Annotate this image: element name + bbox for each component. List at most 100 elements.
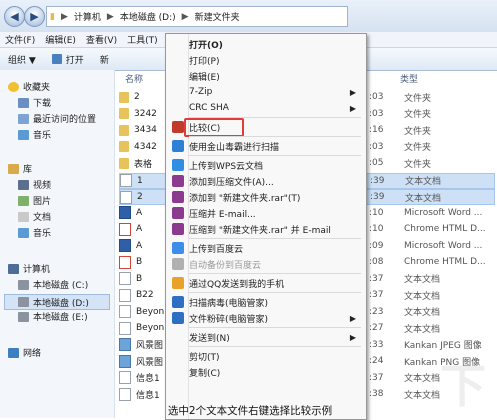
breadcrumb[interactable]: ▮ ▶ 计算机 ▶ 本地磁盘 (D:) ▶ 新建文件夹 bbox=[46, 6, 348, 27]
folder-icon bbox=[119, 108, 129, 119]
baidu-cloud-icon bbox=[172, 242, 184, 254]
menu-separator bbox=[189, 117, 361, 118]
menu-item-1[interactable]: 打印(P) bbox=[167, 52, 364, 68]
menu-item-label: 剪切(T) bbox=[189, 352, 220, 363]
menu-item-label: CRC SHA bbox=[189, 103, 229, 113]
folder-icon bbox=[119, 91, 129, 103]
menu-item-label: 比较(C) bbox=[189, 123, 221, 134]
nav-music-lib[interactable]: 音乐 bbox=[18, 226, 51, 239]
file-text-icon bbox=[120, 174, 132, 187]
nav-favorites[interactable]: 收藏夹 bbox=[8, 80, 50, 93]
menu-item-12[interactable]: 添加到 "新建文件夹.rar"(T) bbox=[167, 189, 364, 205]
menu-item-4[interactable]: CRC SHA ▶ bbox=[167, 100, 364, 116]
menu-separator bbox=[189, 273, 361, 274]
nav-downloads[interactable]: 下载 bbox=[18, 96, 51, 109]
nav-drive-d[interactable]: 本地磁盘 (D:) bbox=[4, 294, 110, 310]
nav-pictures[interactable]: 图片 bbox=[18, 194, 51, 207]
column-header-name[interactable]: 名称 bbox=[125, 72, 143, 85]
menu-item-2[interactable]: 编辑(E) bbox=[167, 68, 364, 84]
nav-videos[interactable]: 视频 bbox=[18, 178, 51, 191]
forward-button[interactable]: ▶ bbox=[24, 6, 45, 27]
file-type: 文本文档 bbox=[404, 390, 441, 401]
nav-drive-e[interactable]: 本地磁盘 (E:) bbox=[18, 310, 88, 323]
wps-cloud-icon bbox=[172, 159, 184, 171]
drive-icon bbox=[18, 311, 29, 322]
nav-drive-c[interactable]: 本地磁盘 (C:) bbox=[18, 278, 88, 291]
file-type: Microsoft Word ... bbox=[404, 207, 483, 218]
menu-item-26[interactable]: 剪切(T) bbox=[167, 348, 364, 364]
menu-item-21[interactable]: 扫描病毒(电脑管家) bbox=[167, 294, 364, 310]
menu-item-11[interactable]: 添加到压缩文件(A)... bbox=[167, 173, 364, 189]
menu-item-0[interactable]: 打开(O) bbox=[167, 36, 364, 52]
file-html-icon bbox=[119, 222, 131, 236]
file-date: :08 bbox=[369, 257, 384, 267]
menu-item-8[interactable]: 使用金山毒霸进行扫描 bbox=[167, 138, 364, 154]
menu-item-label: 文件粉碎(电脑管家) bbox=[189, 314, 269, 325]
column-header-type[interactable]: 类型 bbox=[400, 72, 418, 85]
menu-item-3[interactable]: 7-Zip ▶ bbox=[167, 84, 364, 100]
nav-recent-label: 最近访问的位置 bbox=[33, 115, 97, 125]
file-text-icon bbox=[119, 305, 131, 318]
nav-network[interactable]: 网络 bbox=[8, 346, 41, 359]
file-type: 文件夹 bbox=[404, 159, 432, 170]
navigation-pane: 收藏夹 下载 最近访问的位置 音乐 库 视频 图片 文档 音乐 计算机 本地磁盘… bbox=[0, 70, 115, 418]
breadcrumb-separator-icon: ▶ bbox=[181, 11, 189, 22]
menu-item-13[interactable]: 压缩并 E-mail... bbox=[167, 205, 364, 221]
file-date: :37 bbox=[369, 290, 384, 300]
nav-library[interactable]: 库 bbox=[8, 162, 32, 175]
drive-icon bbox=[18, 297, 29, 307]
menu-item-27[interactable]: 复制(C) bbox=[167, 364, 364, 380]
menu-item-6[interactable]: 比较(C) bbox=[167, 119, 364, 135]
breadcrumb-new-folder[interactable]: 新建文件夹 bbox=[192, 10, 243, 23]
new-folder-button[interactable]: 新 bbox=[92, 53, 117, 66]
menu-item-label: 添加到压缩文件(A)... bbox=[189, 177, 274, 188]
open-icon bbox=[51, 54, 62, 64]
open-button[interactable]: 打开 bbox=[44, 53, 92, 66]
file-date: :37 bbox=[369, 372, 384, 383]
file-text-icon bbox=[119, 272, 131, 285]
nav-documents[interactable]: 文档 bbox=[18, 210, 51, 223]
menu-item-label: 编辑(E) bbox=[189, 72, 220, 83]
file-date: :09 bbox=[369, 240, 384, 251]
menu-separator bbox=[189, 346, 361, 347]
menu-file[interactable]: 文件(F) bbox=[0, 33, 40, 46]
file-text-icon bbox=[119, 288, 131, 302]
menu-item-16[interactable]: 上传到百度云 bbox=[167, 240, 364, 256]
file-date: :10 bbox=[369, 207, 384, 218]
breadcrumb-computer[interactable]: 计算机 bbox=[71, 10, 104, 23]
menu-separator bbox=[189, 292, 361, 293]
menu-item-label: 压缩到 "新建文件夹.rar" 并 E-mail bbox=[189, 225, 331, 236]
menu-item-19[interactable]: 通过QQ发送到我的手机 bbox=[167, 275, 364, 291]
menu-item-label: 复制(C) bbox=[189, 368, 221, 379]
nav-recent[interactable]: 最近访问的位置 bbox=[18, 112, 96, 125]
menu-item-10[interactable]: 上传到WPS云文档 bbox=[167, 157, 364, 173]
nav-music-fav[interactable]: 音乐 bbox=[18, 128, 51, 141]
breadcrumb-drive-d[interactable]: 本地磁盘 (D:) bbox=[117, 10, 179, 23]
breadcrumb-separator-icon: ▶ bbox=[106, 11, 114, 22]
caption: 选中2个文本文件右键选择比较示例 bbox=[167, 405, 333, 417]
menu-item-17: 自动备份到百度云 bbox=[167, 256, 364, 272]
breadcrumb-separator-icon: ▶ bbox=[60, 11, 68, 22]
nav-computer[interactable]: 计算机 bbox=[8, 262, 50, 275]
menu-edit[interactable]: 编辑(E) bbox=[40, 33, 81, 46]
organize-button[interactable]: 组织 ▼ bbox=[0, 53, 44, 66]
address-bar: ◀ ▶ ▮ ▶ 计算机 ▶ 本地磁盘 (D:) ▶ 新建文件夹 bbox=[0, 0, 497, 33]
nav-downloads-label: 下载 bbox=[33, 99, 52, 109]
menu-item-24[interactable]: 发送到(N) ▶ bbox=[167, 329, 364, 345]
menu-item-label: 发送到(N) bbox=[189, 333, 230, 344]
nav-pictures-label: 图片 bbox=[33, 197, 52, 207]
menu-item-22[interactable]: 文件粉碎(电脑管家) ▶ bbox=[167, 310, 364, 326]
file-date: :39 bbox=[370, 192, 385, 202]
file-type: Chrome HTML D... bbox=[404, 257, 486, 267]
file-date: :38 bbox=[369, 389, 384, 399]
nav-videos-label: 视频 bbox=[33, 181, 52, 191]
nav-music-lib-label: 音乐 bbox=[33, 229, 52, 239]
menu-separator bbox=[189, 136, 361, 137]
menu-item-label: 上传到百度云 bbox=[189, 244, 244, 255]
menu-view[interactable]: 查看(V) bbox=[81, 33, 122, 46]
nav-favorites-label: 收藏夹 bbox=[23, 83, 51, 93]
pc-manager-shred-icon bbox=[172, 312, 184, 324]
menu-item-14[interactable]: 压缩到 "新建文件夹.rar" 并 E-mail bbox=[167, 221, 364, 237]
back-button[interactable]: ◀ bbox=[4, 6, 25, 27]
menu-tools[interactable]: 工具(T) bbox=[122, 33, 163, 46]
